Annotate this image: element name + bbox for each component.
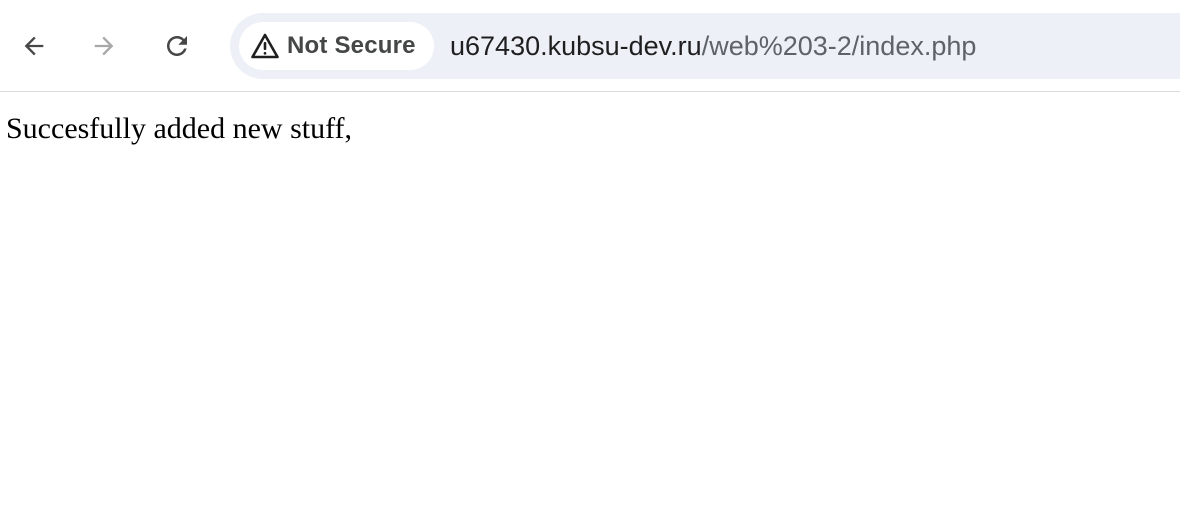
arrow-right-icon xyxy=(90,32,118,60)
back-button[interactable] xyxy=(14,26,54,66)
reload-button[interactable] xyxy=(157,26,197,66)
browser-toolbar: Not Secure u67430.kubsu-dev.ru/web%203-2… xyxy=(0,0,1180,92)
success-message: Succesfully added new stuff, xyxy=(6,112,353,145)
browser-window: Not Secure u67430.kubsu-dev.ru/web%203-2… xyxy=(0,0,1180,528)
url-text[interactable]: u67430.kubsu-dev.ru/web%203-2/index.php xyxy=(450,13,976,79)
security-indicator-chip[interactable]: Not Secure xyxy=(239,22,434,70)
address-bar[interactable]: Not Secure u67430.kubsu-dev.ru/web%203-2… xyxy=(230,13,1180,79)
page-content: Succesfully added new stuff, xyxy=(0,93,1180,528)
arrow-left-icon xyxy=(20,32,48,60)
security-label: Not Secure xyxy=(287,32,416,59)
url-host: u67430.kubsu-dev.ru xyxy=(450,31,702,61)
url-path: /web%203-2/index.php xyxy=(701,31,977,61)
forward-button[interactable] xyxy=(84,26,124,66)
warning-triangle-icon xyxy=(251,33,279,59)
reload-icon xyxy=(162,31,192,61)
